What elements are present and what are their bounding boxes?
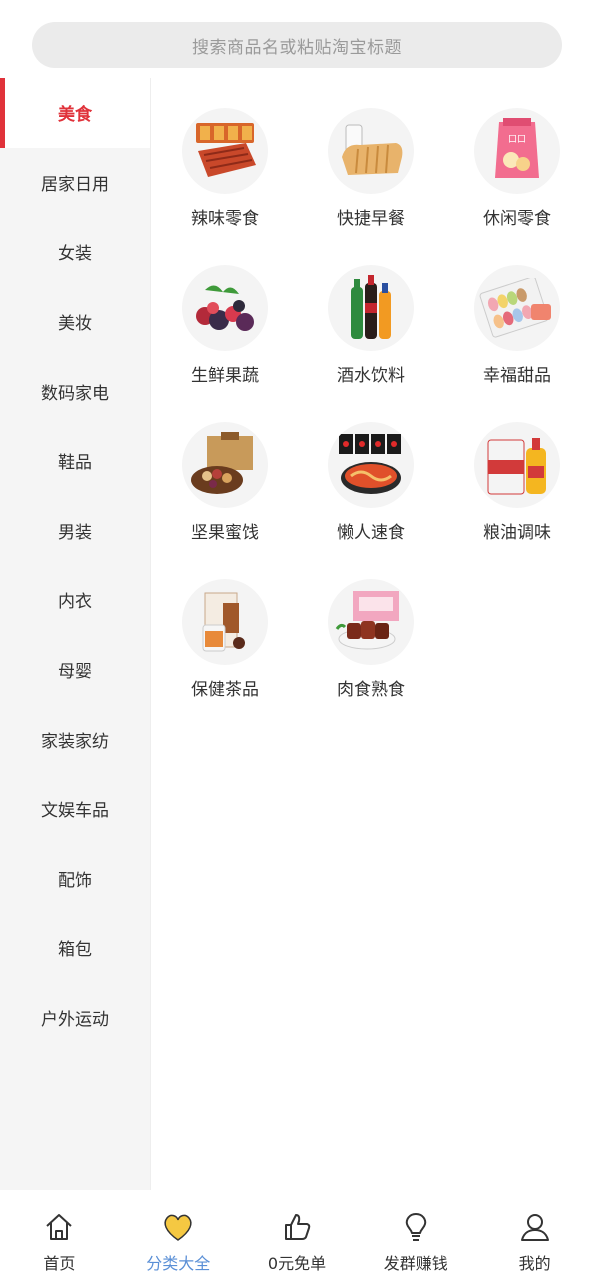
tab-me[interactable]: 我的 (475, 1190, 594, 1280)
category-desserts[interactable]: 幸福甜品 (444, 247, 590, 397)
category-label: 肉食熟食 (337, 680, 405, 700)
sidebar-item-entertainment-car[interactable]: 文娱车品 (0, 774, 150, 844)
svg-text:口口: 口口 (508, 135, 526, 145)
category-label: 幸福甜品 (483, 366, 551, 386)
instant-food-image (328, 422, 414, 508)
search-input[interactable]: 搜索商品名或粘贴淘宝标题 (32, 22, 562, 68)
tab-categories[interactable]: 分类大全 (119, 1190, 238, 1280)
category-drinks[interactable]: 酒水饮料 (298, 247, 444, 397)
spicy-snacks-image (182, 108, 268, 194)
category-label: 粮油调味 (483, 523, 551, 543)
sidebar-item-beauty[interactable]: 美妆 (0, 287, 150, 357)
category-label: 懒人速食 (337, 523, 405, 543)
category-label: 坚果蜜饯 (191, 523, 259, 543)
category-sidebar: 美食 居家日用 女装 美妆 数码家电 鞋品 男装 内衣 母婴 家装家纺 文娱车品… (0, 78, 151, 1190)
category-grain-oil[interactable]: 粮油调味 (444, 404, 590, 554)
home-icon (42, 1210, 76, 1244)
tab-free-order[interactable]: 0元免单 (238, 1190, 357, 1280)
category-fresh-produce[interactable]: 生鲜果蔬 (152, 247, 298, 397)
category-label: 生鲜果蔬 (191, 366, 259, 386)
bottom-tab-bar: 首页 分类大全 0元免单 发群赚钱 我的 (0, 1190, 594, 1280)
tab-home[interactable]: 首页 (0, 1190, 119, 1280)
lightbulb-icon (399, 1210, 433, 1244)
category-label: 快捷早餐 (337, 209, 405, 229)
category-label: 辣味零食 (191, 209, 259, 229)
casual-snacks-image: 口口 (474, 108, 560, 194)
category-casual-snacks[interactable]: 口口 休闲零食 (444, 90, 590, 240)
sidebar-item-food[interactable]: 美食 (0, 78, 150, 148)
sidebar-item-accessories[interactable]: 配饰 (0, 844, 150, 914)
sidebar-item-home-textile[interactable]: 家装家纺 (0, 704, 150, 774)
category-label: 酒水饮料 (337, 366, 405, 386)
sidebar-item-mens[interactable]: 男装 (0, 496, 150, 566)
heart-icon (161, 1210, 195, 1244)
category-label: 休闲零食 (483, 209, 551, 229)
sidebar-item-baby[interactable]: 母婴 (0, 635, 150, 705)
fresh-produce-image (182, 265, 268, 351)
category-health-tea[interactable]: 保健茶品 (152, 561, 298, 711)
tab-label: 分类大全 (146, 1254, 211, 1273)
category-nuts[interactable]: 坚果蜜饯 (152, 404, 298, 554)
search-placeholder: 搜索商品名或粘贴淘宝标题 (192, 37, 402, 58)
quick-breakfast-image (328, 108, 414, 194)
desserts-image (474, 265, 560, 351)
sidebar-item-household[interactable]: 居家日用 (0, 148, 150, 218)
user-icon (518, 1210, 552, 1244)
sidebar-item-womens[interactable]: 女装 (0, 217, 150, 287)
tab-label: 首页 (43, 1254, 76, 1273)
tab-label: 0元免单 (267, 1254, 327, 1273)
sidebar-item-outdoor[interactable]: 户外运动 (0, 983, 150, 1053)
category-instant-food[interactable]: 懒人速食 (298, 404, 444, 554)
tab-label: 发群赚钱 (383, 1254, 448, 1273)
thumbs-up-icon (280, 1210, 314, 1244)
category-spicy-snacks[interactable]: 辣味零食 (152, 90, 298, 240)
search-bar: 搜索商品名或粘贴淘宝标题 (0, 0, 594, 78)
category-quick-breakfast[interactable]: 快捷早餐 (298, 90, 444, 240)
category-meat[interactable]: 肉食熟食 (298, 561, 444, 711)
tab-label: 我的 (518, 1254, 551, 1273)
sidebar-item-bags[interactable]: 箱包 (0, 913, 150, 983)
grain-oil-image (474, 422, 560, 508)
sidebar-item-electronics[interactable]: 数码家电 (0, 356, 150, 426)
drinks-image (328, 265, 414, 351)
category-label: 保健茶品 (191, 680, 259, 700)
tab-group-earn[interactable]: 发群赚钱 (356, 1190, 475, 1280)
meat-image (328, 579, 414, 665)
sidebar-item-shoes[interactable]: 鞋品 (0, 426, 150, 496)
sidebar-item-underwear[interactable]: 内衣 (0, 565, 150, 635)
nuts-image (182, 422, 268, 508)
health-tea-image (182, 579, 268, 665)
